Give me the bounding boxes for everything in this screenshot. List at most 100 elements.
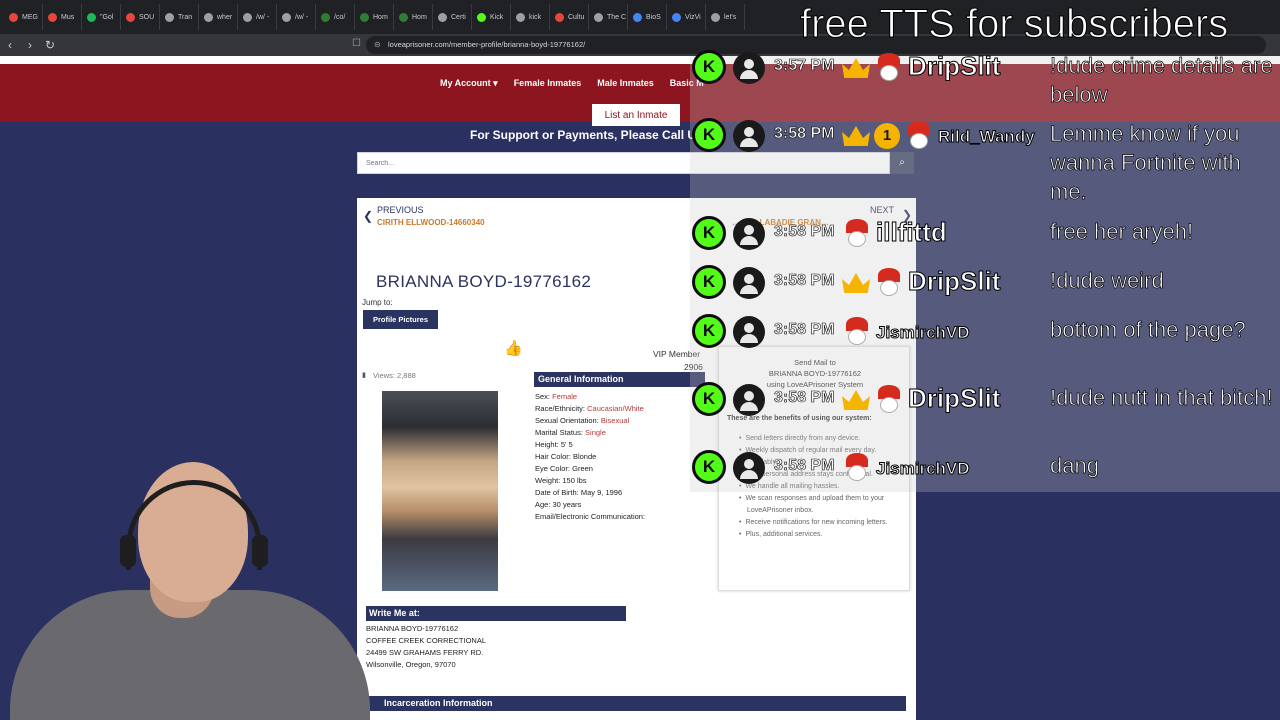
browser-tab[interactable]: VizVi <box>667 4 706 30</box>
santa-badge-icon <box>874 268 904 298</box>
tab-favicon-icon <box>9 12 18 22</box>
write-me-header: Write Me at: <box>366 606 626 621</box>
avatar <box>733 120 765 152</box>
chat-username[interactable]: DripSlit <box>907 383 1000 414</box>
browser-tab[interactable]: wher <box>199 4 238 30</box>
tab-favicon-icon <box>399 12 408 22</box>
previous-label: PREVIOUS <box>377 205 424 215</box>
chat-text: dang <box>1050 453 1100 479</box>
browser-tab[interactable]: Cultu <box>550 4 589 30</box>
tab-title: "Gol <box>100 13 114 21</box>
previous-inmate-name: CIRITH ELLWOOD-14660340 <box>377 218 485 227</box>
kick-badge-icon: K <box>692 265 726 299</box>
browser-tab[interactable]: Mus <box>43 4 82 30</box>
santa-badge-icon <box>842 219 872 249</box>
general-info-list: Sex: Female Race/Ethnicity: Caucasian/Whi… <box>535 391 645 523</box>
chat-timestamp: 3:58 PM <box>774 125 835 143</box>
info-value[interactable]: Female <box>552 392 577 401</box>
browser-tab[interactable]: /w/ - <box>277 4 316 30</box>
tab-favicon-icon <box>711 12 720 22</box>
address-line: BRIANNA BOYD-19776162 <box>366 624 459 633</box>
santa-badge-icon <box>842 317 872 347</box>
santa-face <box>880 65 898 81</box>
webcam-overlay <box>0 440 380 720</box>
address-line: Wilsonville, Oregon, 97070 <box>366 660 456 669</box>
chat-username[interactable]: Rild_Wandy <box>938 127 1036 147</box>
chat-username[interactable]: JismirchVD <box>876 323 971 343</box>
info-value: 150 lbs <box>562 476 587 485</box>
tab-favicon-icon <box>594 12 603 22</box>
reload-icon[interactable]: ↻ <box>40 38 60 52</box>
browser-tab[interactable]: Hom <box>355 4 394 30</box>
tab-favicon-icon <box>282 12 291 22</box>
tab-favicon-icon <box>87 12 96 22</box>
browser-tab[interactable]: Certi <box>433 4 472 30</box>
info-label: Sexual Orientation: <box>535 416 601 425</box>
back-icon[interactable]: ‹ <box>0 38 20 52</box>
tts-banner: free TTS for subscribers <box>799 2 1229 47</box>
info-value: Blonde <box>572 452 597 461</box>
tab-title: VizVi <box>685 13 701 21</box>
headset-earcup-right <box>252 535 268 567</box>
tab-favicon-icon <box>165 12 174 22</box>
browser-tab[interactable]: "Gol <box>82 4 121 30</box>
forward-icon[interactable]: › <box>20 38 40 52</box>
tab-title: /w/ - <box>256 13 270 21</box>
browser-tab[interactable]: /co/ <box>316 4 355 30</box>
nav-menu-item[interactable]: Male Inmates <box>597 78 654 89</box>
browser-tab[interactable]: Kick <box>472 4 511 30</box>
jump-to-label: Jump to: <box>362 298 393 307</box>
info-value[interactable]: Caucasian/White <box>587 404 644 413</box>
chat-username[interactable]: JismirchVD <box>876 459 971 479</box>
browser-tab[interactable]: kick <box>511 4 550 30</box>
info-row: Marital Status: Single <box>535 427 645 439</box>
bar-chart-icon: ▮ <box>362 372 366 379</box>
tab-title: Kick <box>490 13 504 21</box>
info-value: May 9, 1996 <box>580 488 623 497</box>
benefit-item: Receive notifications for new incoming l… <box>745 517 902 529</box>
info-row: Sex: Female <box>535 391 645 403</box>
chat-username[interactable]: illfittd <box>876 217 948 248</box>
browser-tab[interactable]: Hom <box>394 4 433 30</box>
browser-tab[interactable]: let's <box>706 4 745 30</box>
sub-badge-icon: 1 <box>874 123 900 149</box>
list-inmate-button[interactable]: List an Inmate <box>592 104 680 126</box>
address-line: COFFEE CREEK CORRECTIONAL <box>366 636 487 645</box>
tab-favicon-icon <box>516 12 525 22</box>
chat-timestamp: 3:58 PM <box>774 321 835 339</box>
browser-tab[interactable]: SOU <box>121 4 160 30</box>
browser-tab[interactable]: The C <box>589 4 628 30</box>
general-info-header: General Information <box>534 372 705 387</box>
chat-text: !dude crime details are below <box>1050 53 1273 108</box>
tab-title: /w/ - <box>295 13 309 21</box>
bookmark-icon[interactable]: ☐ <box>352 38 361 49</box>
browser-tab[interactable]: BioS <box>628 4 667 30</box>
info-row: Email/Electronic Communication: <box>535 511 645 523</box>
avatar <box>733 218 765 250</box>
info-row: Date of Birth: May 9, 1996 <box>535 487 645 499</box>
browser-tab[interactable]: MEG <box>4 4 43 30</box>
info-value[interactable]: Single <box>585 428 606 437</box>
nav-menu-item[interactable]: My Account ▾ <box>440 78 498 89</box>
profile-photo[interactable] <box>382 391 498 591</box>
avatar <box>733 384 765 416</box>
chat-text: free her aryeh! <box>1050 219 1194 245</box>
info-row: Hair Color: Blonde <box>535 451 645 463</box>
tab-favicon-icon <box>360 12 369 22</box>
browser-tab[interactable]: Tran <box>160 4 199 30</box>
tab-title: wher <box>217 13 233 21</box>
tab-favicon-icon <box>633 12 642 22</box>
browser-tab[interactable]: /w/ - <box>238 4 277 30</box>
chat-username[interactable]: DripSlit <box>907 266 1000 297</box>
chat-username[interactable]: DripSlit <box>907 51 1000 82</box>
avatar <box>733 52 765 84</box>
screen: MEG Mus "Gol SOU Tran wher/w/ - /w/ - /co/Hom Ho… <box>0 0 1280 720</box>
views-count: Views: 2,888 <box>373 371 416 380</box>
thumbs-up-icon[interactable]: 👍 <box>504 339 523 357</box>
tab-favicon-icon <box>243 12 252 22</box>
tab-title: SOU <box>139 13 155 21</box>
profile-pictures-button[interactable]: Profile Pictures <box>363 310 438 329</box>
tab-favicon-icon <box>555 12 564 22</box>
nav-menu-item[interactable]: Female Inmates <box>514 78 582 89</box>
info-value[interactable]: Bisexual <box>601 416 629 425</box>
